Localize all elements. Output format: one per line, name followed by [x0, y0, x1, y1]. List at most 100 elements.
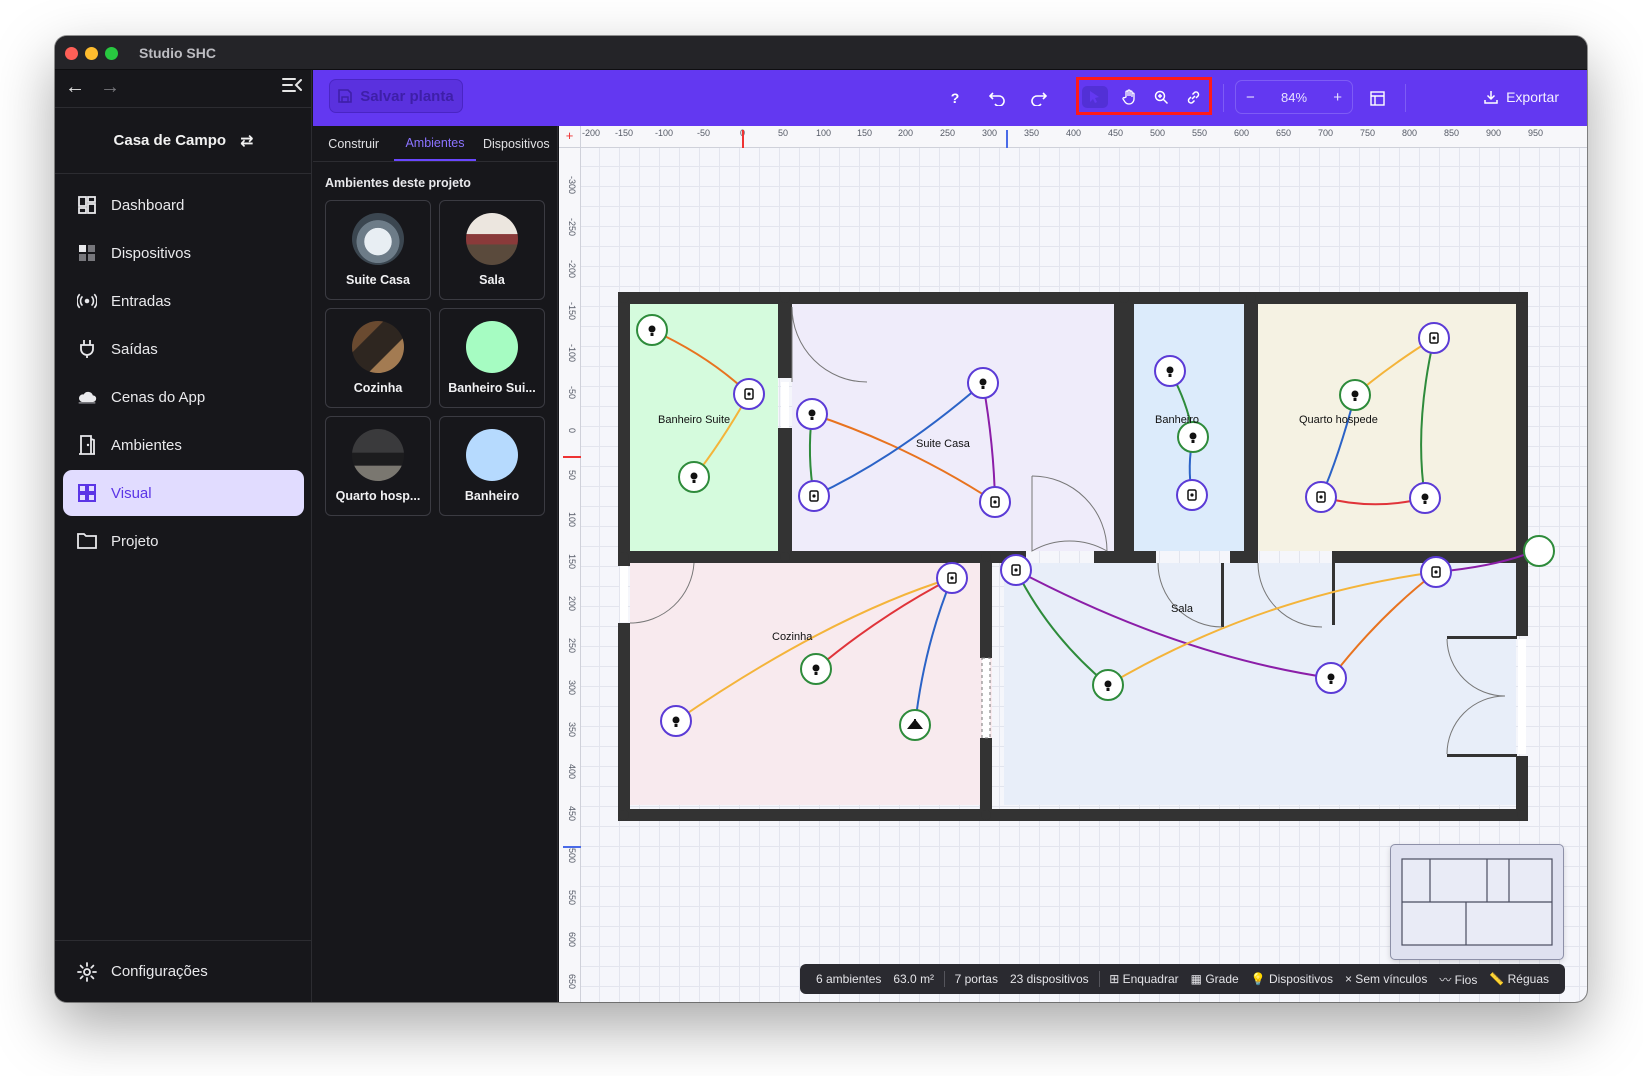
device-switch[interactable]: [733, 378, 765, 410]
tab-ambientes[interactable]: Ambientes: [394, 126, 476, 161]
layout-toggle-button[interactable]: [1364, 85, 1390, 111]
sidebar-item-dashboard[interactable]: Dashboard: [63, 182, 304, 228]
room-color-swatch: [466, 321, 518, 373]
room-area-quarto-hospede[interactable]: [1258, 304, 1516, 551]
area-total: 63.0 m²: [893, 972, 935, 986]
sidebar-item-saidas[interactable]: Saídas: [63, 326, 304, 372]
ruler-tick: 400: [1066, 128, 1082, 138]
redo-button[interactable]: [1026, 85, 1052, 111]
device-fan[interactable]: [899, 709, 931, 741]
device-switch[interactable]: [1418, 322, 1450, 354]
ruler-tick: 100: [816, 128, 832, 138]
grid-icon: [77, 483, 97, 503]
device-bulb[interactable]: [1092, 669, 1124, 701]
room-area-sala[interactable]: [1004, 563, 1516, 805]
room-card-sala[interactable]: Sala: [439, 200, 545, 300]
grid-toggle[interactable]: ▦ Grade: [1185, 972, 1245, 986]
device-switch[interactable]: [798, 480, 830, 512]
device-bulb[interactable]: [660, 705, 692, 737]
devices-toggle[interactable]: 💡 Dispositivos: [1245, 972, 1339, 986]
sidebar-item-label: Dispositivos: [111, 244, 192, 262]
sidebar-item-dispositivos[interactable]: Dispositivos: [63, 230, 304, 276]
ruler-tick: 350: [1024, 128, 1040, 138]
sidebar-item-label: Cenas do App: [111, 388, 206, 406]
floor-plan-canvas[interactable]: Banheiro Suite Suite Casa Banheiro Quart…: [559, 126, 1587, 1002]
zoom-control: − 84% +: [1235, 80, 1353, 114]
close-window-button[interactable]: [65, 47, 78, 60]
zoom-in-button[interactable]: +: [1333, 89, 1342, 106]
ruler-tick: -100: [567, 344, 577, 363]
room-card-cozinha[interactable]: Cozinha: [325, 308, 431, 408]
device-bulb[interactable]: [678, 461, 710, 493]
room-card-label: Banheiro Sui...: [448, 381, 536, 395]
sidebar-item-cenas[interactable]: Cenas do App: [63, 374, 304, 420]
help-button[interactable]: ?: [942, 85, 968, 111]
minimize-window-button[interactable]: [85, 47, 98, 60]
device-switch[interactable]: [1305, 481, 1337, 513]
room-photo: [352, 213, 404, 265]
ruler-tick: -150: [615, 128, 634, 138]
settings-button[interactable]: Configurações: [55, 940, 312, 1002]
zoom-tool-button[interactable]: [1148, 86, 1174, 108]
tab-dispositivos[interactable]: Dispositivos: [476, 126, 557, 161]
device-bulb[interactable]: [1177, 421, 1209, 453]
room-card-label: Cozinha: [353, 381, 403, 395]
room-area-suite-casa[interactable]: [792, 304, 1114, 551]
room-card-suite-casa[interactable]: Suite Casa: [325, 200, 431, 300]
project-switcher[interactable]: Casa de Campo ⇄: [55, 108, 312, 174]
device-switch[interactable]: [1176, 479, 1208, 511]
device-bulb[interactable]: [1315, 662, 1347, 694]
device-partial[interactable]: [1523, 535, 1555, 567]
minimap[interactable]: [1390, 844, 1564, 960]
ruler-tick: 600: [1234, 128, 1250, 138]
tab-construir[interactable]: Construir: [313, 126, 394, 161]
sidebar-item-entradas[interactable]: Entradas: [63, 278, 304, 324]
device-switch[interactable]: [1000, 554, 1032, 586]
device-switch[interactable]: [936, 562, 968, 594]
maximize-window-button[interactable]: [105, 47, 118, 60]
export-button[interactable]: Exportar: [1484, 89, 1559, 105]
device-bulb[interactable]: [800, 653, 832, 685]
room-card-banheiro-suite[interactable]: Banheiro Sui...: [439, 308, 545, 408]
device-bulb[interactable]: [1339, 379, 1371, 411]
device-switch[interactable]: [1420, 556, 1452, 588]
sidebar-item-projeto[interactable]: Projeto: [63, 518, 304, 564]
ruler-origin-marker: [563, 456, 581, 458]
undo-button[interactable]: [984, 85, 1010, 111]
collapse-sidebar-icon[interactable]: [282, 76, 302, 94]
pan-tool-button[interactable]: [1116, 86, 1142, 108]
back-arrow-icon[interactable]: ←: [65, 76, 85, 99]
settings-label: Configurações: [111, 963, 208, 980]
fit-view-button[interactable]: ⊞ Enquadrar: [1103, 972, 1184, 986]
rulers-toggle[interactable]: 📏 Réguas: [1483, 972, 1555, 986]
device-bulb[interactable]: [636, 314, 668, 346]
link-tool-button[interactable]: [1180, 86, 1206, 108]
device-bulb[interactable]: [1154, 355, 1186, 387]
select-tool-button[interactable]: [1082, 86, 1108, 108]
sidebar-item-label: Projeto: [111, 532, 159, 550]
sidebar-item-visual[interactable]: Visual: [63, 470, 304, 516]
canvas-tools-group: [1076, 77, 1212, 115]
zoom-out-button[interactable]: −: [1246, 89, 1255, 106]
swap-icon: ⇄: [240, 132, 254, 150]
room-card-quarto-hospede[interactable]: Quarto hosp...: [325, 416, 431, 516]
ruler-tick: -150: [567, 302, 577, 321]
room-card-banheiro[interactable]: Banheiro: [439, 416, 545, 516]
save-plan-button[interactable]: Salvar planta: [329, 79, 463, 113]
ruler-cursor-marker: [563, 846, 581, 848]
wires-toggle[interactable]: 〰 Fios: [1433, 971, 1483, 988]
device-switch[interactable]: [979, 486, 1011, 518]
device-bulb[interactable]: [1409, 482, 1441, 514]
links-toggle[interactable]: × Sem vínculos: [1339, 972, 1433, 986]
zoom-in-icon: [1154, 90, 1168, 104]
forward-arrow-icon[interactable]: →: [100, 76, 120, 99]
room-cards: Suite Casa Sala Cozinha Banheiro Sui... …: [325, 200, 547, 516]
ruler-tick: 300: [982, 128, 998, 138]
room-card-label: Sala: [479, 273, 505, 287]
window-title: Studio SHC: [139, 45, 216, 61]
device-bulb[interactable]: [967, 367, 999, 399]
device-bulb[interactable]: [796, 398, 828, 430]
devices-icon: [77, 243, 97, 263]
room-photo: [352, 321, 404, 373]
sidebar-item-ambientes[interactable]: Ambientes: [63, 422, 304, 468]
